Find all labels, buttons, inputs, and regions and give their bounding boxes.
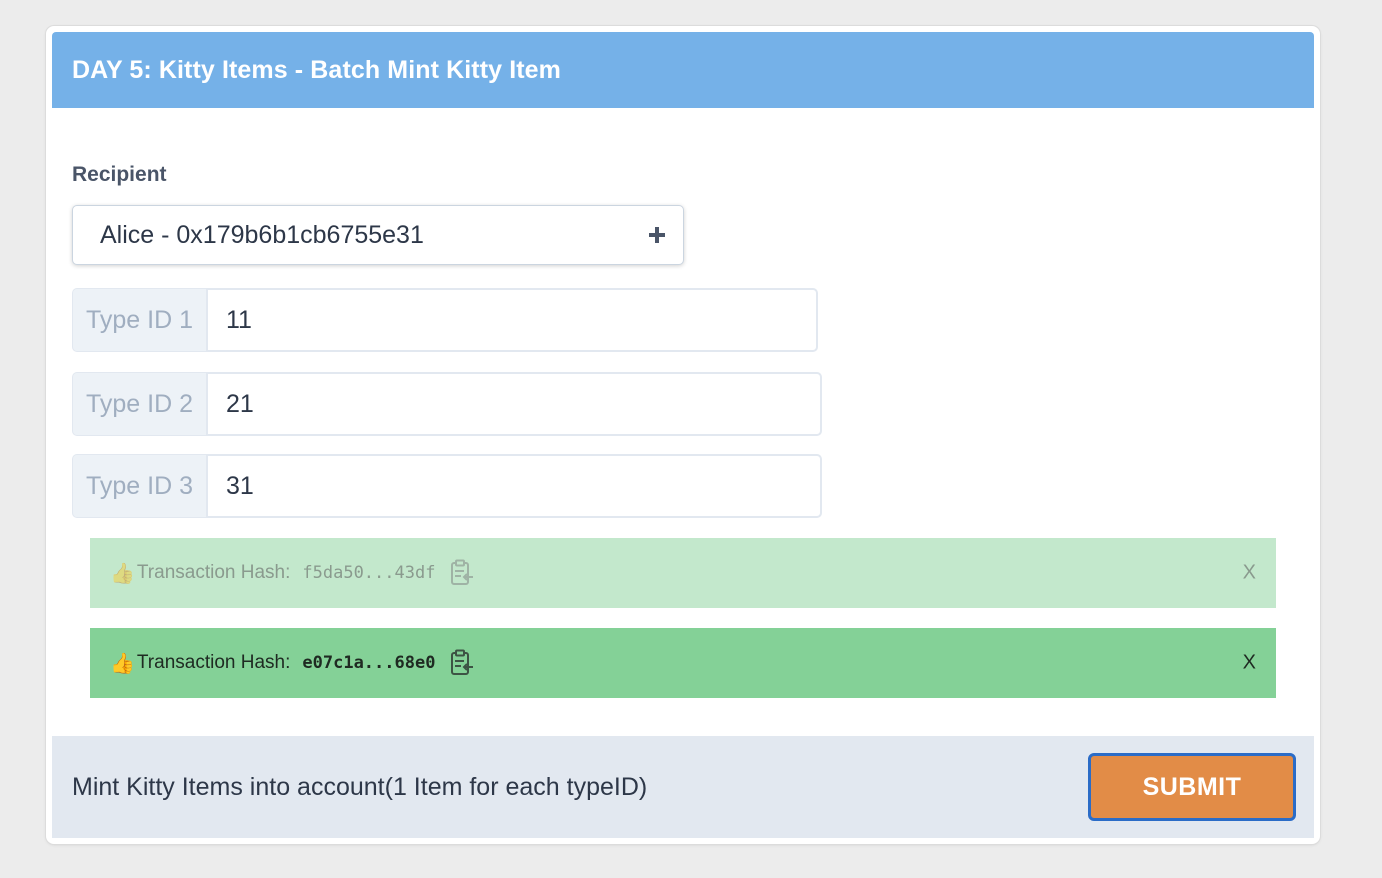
type-id-2-input[interactable] xyxy=(206,372,822,436)
type-id-2-field: Type ID 2 xyxy=(72,372,822,436)
thumbs-up-icon: 👍 xyxy=(110,562,135,585)
thumbs-up-icon: 👍 xyxy=(110,652,135,675)
type-id-3-input[interactable] xyxy=(206,454,822,518)
recipient-select[interactable]: Alice - 0x179b6b1cb6755e31 xyxy=(72,205,684,265)
clipboard-icon[interactable] xyxy=(449,649,475,677)
transaction-alert-active: 👍 Transaction Hash: e07c1a...68e0 X xyxy=(90,628,1276,698)
clipboard-icon[interactable] xyxy=(449,559,475,587)
type-id-1-input[interactable] xyxy=(206,288,818,352)
close-alert-button[interactable]: X xyxy=(1243,562,1256,585)
type-id-1-label: Type ID 1 xyxy=(72,288,206,352)
recipient-label: Recipient xyxy=(72,163,167,186)
transaction-hash-value[interactable]: e07c1a...68e0 xyxy=(302,653,435,673)
type-id-1-field: Type ID 1 xyxy=(72,288,818,352)
type-id-3-label: Type ID 3 xyxy=(72,454,206,518)
plus-icon[interactable] xyxy=(649,227,665,243)
footer-description: Mint Kitty Items into account(1 Item for… xyxy=(72,772,648,801)
type-id-3-field: Type ID 3 xyxy=(72,454,822,518)
card-footer: Mint Kitty Items into account(1 Item for… xyxy=(52,736,1314,838)
page-title: DAY 5: Kitty Items - Batch Mint Kitty It… xyxy=(72,55,562,84)
type-id-2-label: Type ID 2 xyxy=(72,372,206,436)
card-header: DAY 5: Kitty Items - Batch Mint Kitty It… xyxy=(52,32,1314,108)
transaction-hash-label: Transaction Hash: xyxy=(136,562,291,583)
mint-card: DAY 5: Kitty Items - Batch Mint Kitty It… xyxy=(46,26,1320,844)
recipient-value: Alice - 0x179b6b1cb6755e31 xyxy=(100,220,424,249)
submit-button[interactable]: SUBMIT xyxy=(1088,753,1296,821)
transaction-hash-label: Transaction Hash: xyxy=(136,652,291,673)
transaction-alert-faded: 👍 Transaction Hash: f5da50...43df X xyxy=(90,538,1276,608)
transaction-hash-value[interactable]: f5da50...43df xyxy=(302,563,435,583)
close-alert-button[interactable]: X xyxy=(1243,652,1256,675)
